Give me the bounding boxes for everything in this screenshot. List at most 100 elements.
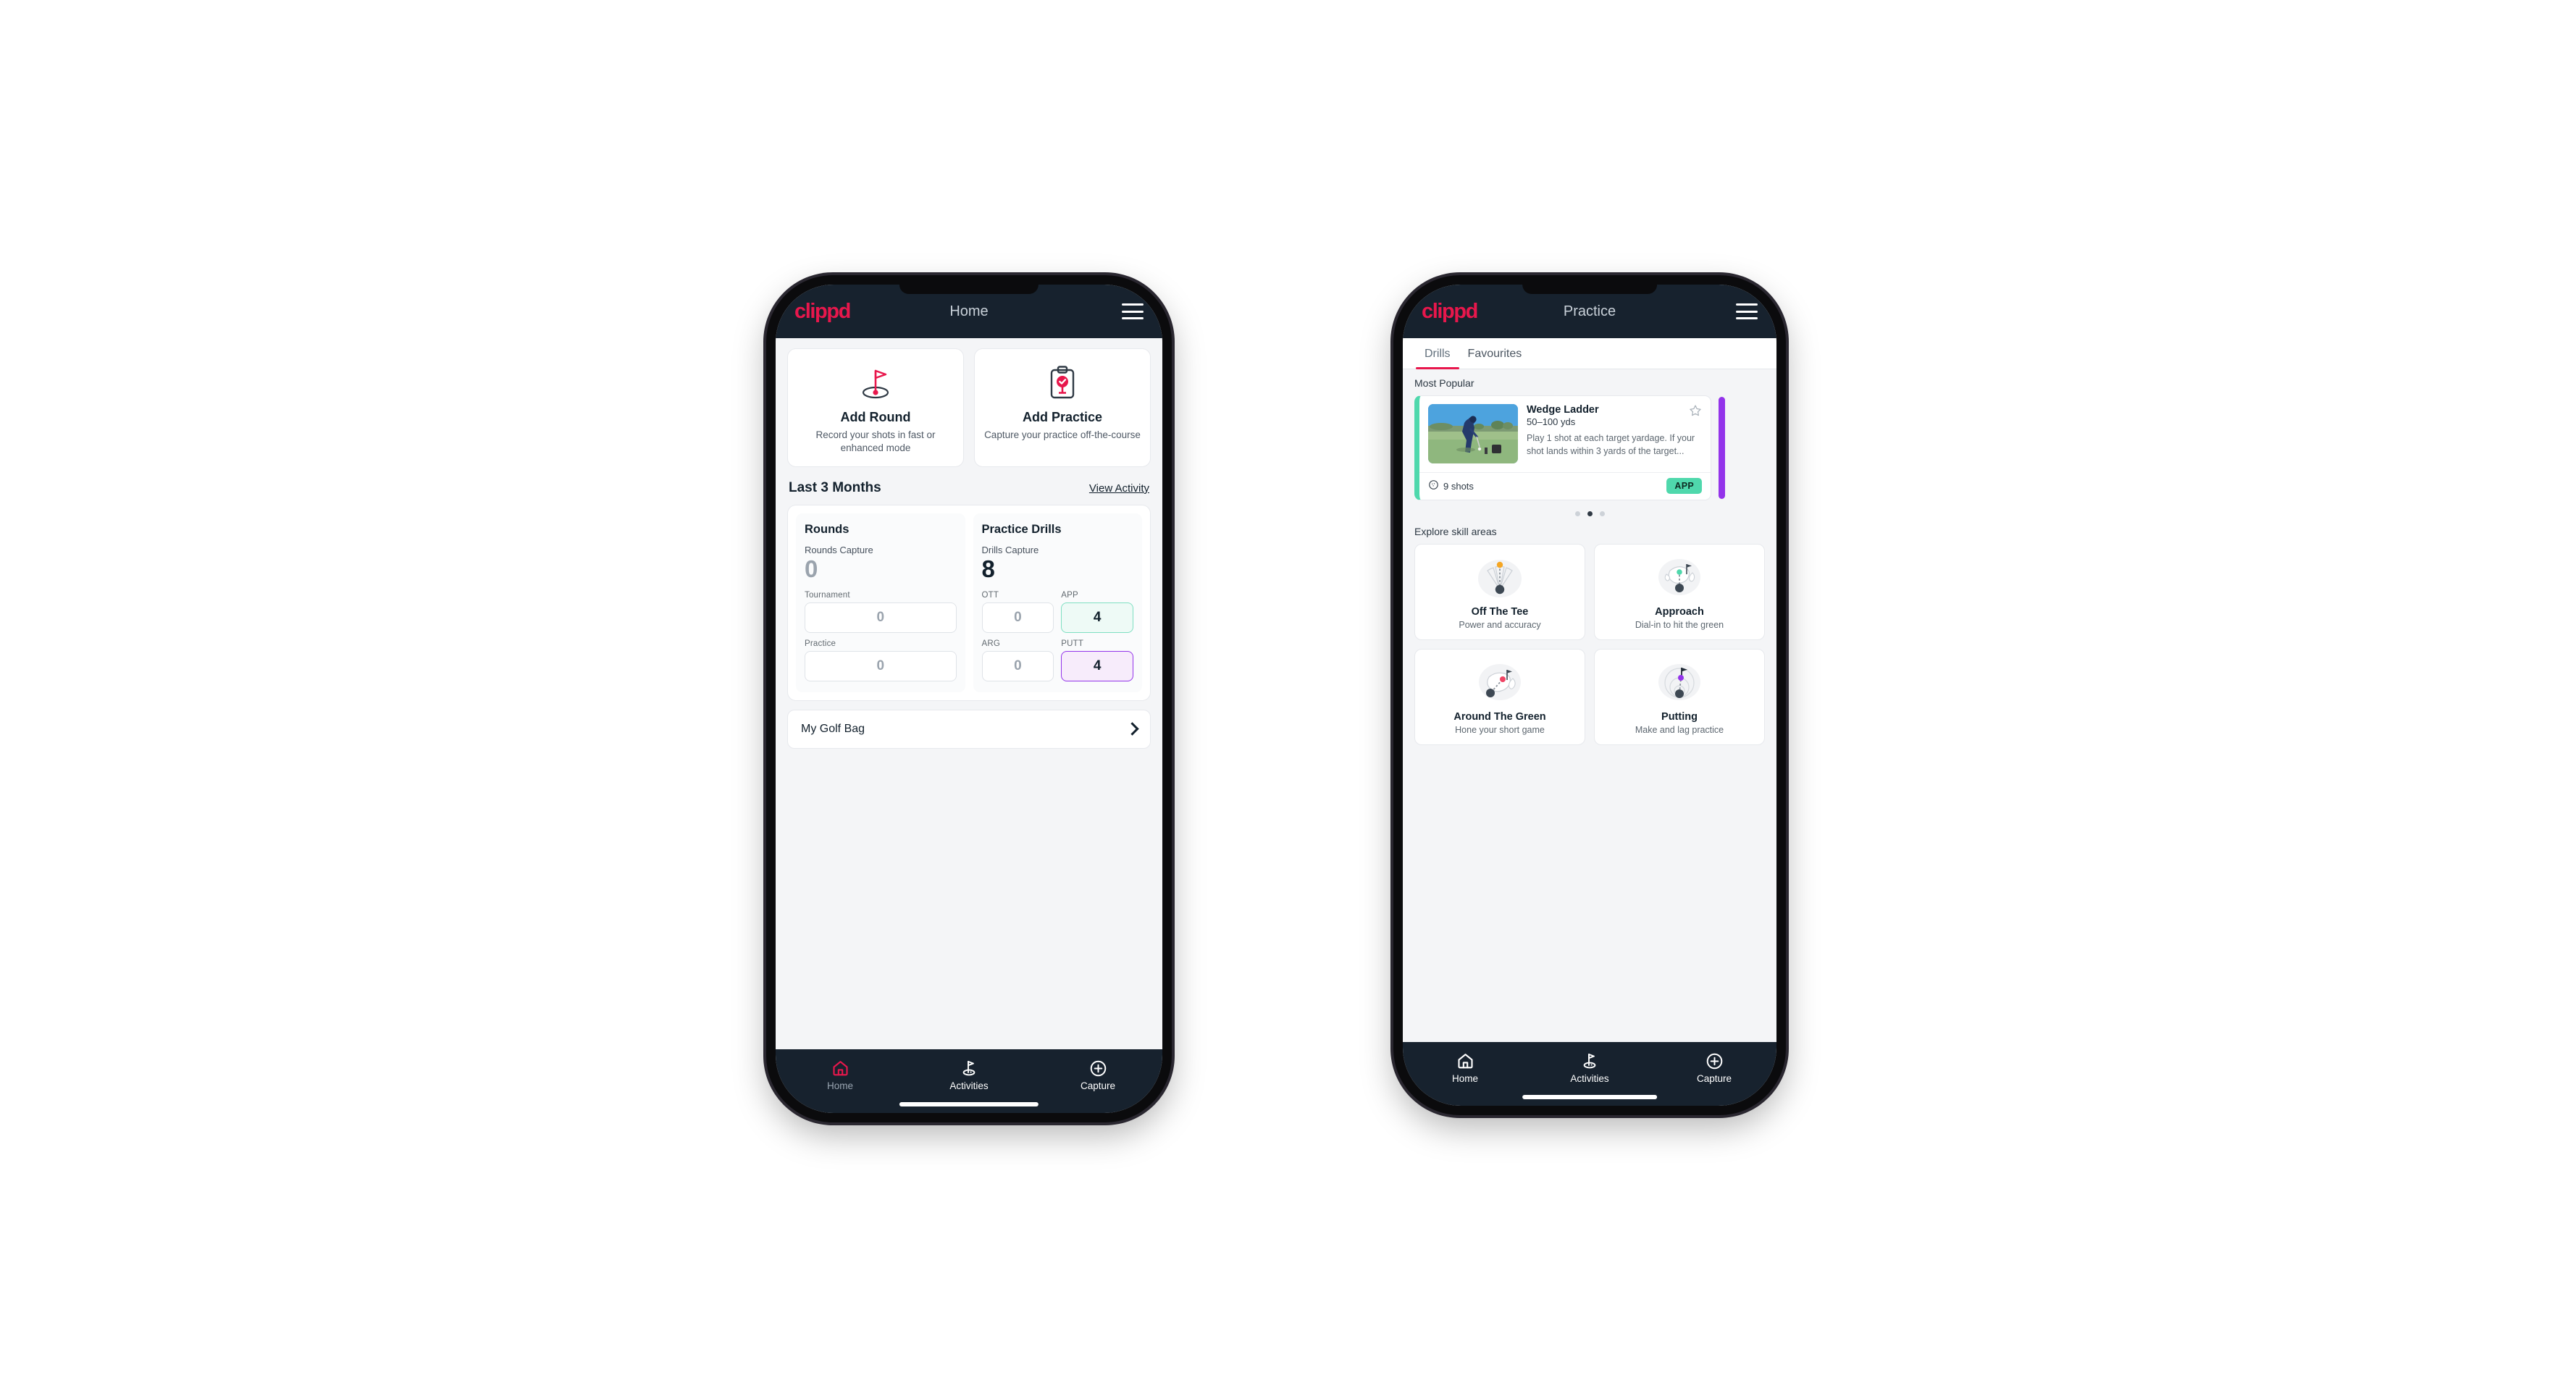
drills-capture-label: Drills Capture: [981, 544, 1039, 555]
section-title: Last 3 Months: [789, 479, 881, 495]
add-practice-card[interactable]: Add Practice Capture your practice off-t…: [974, 348, 1151, 467]
tab-drills[interactable]: Drills: [1416, 338, 1459, 369]
plus-circle-icon: [1089, 1059, 1107, 1078]
carousel-dot[interactable]: [1599, 511, 1605, 516]
nav-label: Home: [826, 1080, 853, 1091]
hamburger-icon[interactable]: [1122, 303, 1144, 319]
metric-label: Practice: [805, 639, 836, 648]
plus-circle-icon: [1706, 1051, 1724, 1070]
metric-app: APP 4: [1061, 591, 1133, 633]
chip-green-icon: [1419, 658, 1580, 706]
skill-subtitle: Make and lag practice: [1635, 725, 1724, 735]
clippd-logo[interactable]: clippd: [794, 301, 851, 322]
skill-card-approach[interactable]: Approach Dial-in to hit the green: [1594, 544, 1765, 640]
practice-drills-stat-column: Practice Drills Drills Capture 8 OTT 0 A…: [973, 513, 1142, 692]
rounds-heading: Rounds: [805, 522, 849, 536]
add-practice-subtitle: Capture your practice off-the-course: [984, 429, 1141, 440]
hamburger-icon[interactable]: [1736, 303, 1758, 319]
nav-label: Capture: [1696, 1073, 1732, 1084]
skill-card-off-the-tee[interactable]: Off The Tee Power and accuracy: [1414, 544, 1585, 640]
carousel-dot-active[interactable]: [1587, 511, 1593, 516]
drill-shots: 9 shots: [1428, 479, 1474, 492]
tee-fan-icon: [1419, 553, 1580, 601]
golf-ball-icon: [1428, 479, 1439, 492]
home-icon: [831, 1059, 849, 1078]
skill-title: Putting: [1661, 711, 1698, 723]
nav-item-activities[interactable]: Activities: [905, 1059, 1033, 1091]
star-outline-icon[interactable]: [1689, 404, 1702, 417]
metric-label: APP: [1061, 590, 1078, 600]
rounds-capture-label: Rounds Capture: [805, 544, 873, 555]
nav-item-capture[interactable]: Capture: [1652, 1051, 1776, 1084]
nav-item-home[interactable]: Home: [1403, 1051, 1527, 1084]
skill-card-around-the-green[interactable]: Around The Green Hone your short game: [1414, 649, 1585, 745]
bottom-nav-home: Home Activities Capture: [776, 1049, 1162, 1113]
nav-label: Home: [1451, 1073, 1478, 1084]
skill-title: Approach: [1655, 606, 1704, 618]
ios-home-indicator[interactable]: [899, 1102, 1039, 1106]
tab-favourites[interactable]: Favourites: [1459, 338, 1531, 369]
drill-carousel[interactable]: Wedge Ladder 50–100 yds Play 1 shot at e…: [1403, 395, 1776, 500]
add-round-subtitle: Record your shots in fast or enhanced mo…: [815, 429, 936, 453]
my-golf-bag-row[interactable]: My Golf Bag: [787, 709, 1151, 749]
metric-value-box[interactable]: 4: [1061, 650, 1133, 681]
metric-tournament: Tournament 0: [805, 591, 957, 633]
rounds-capture-value: 0: [805, 555, 818, 582]
chevron-right-icon: [1125, 722, 1139, 736]
metric-value-box[interactable]: 0: [805, 602, 957, 633]
nav-item-capture[interactable]: Capture: [1033, 1059, 1162, 1091]
home-scroll-area: Add Round Record your shots in fast or e…: [776, 338, 1162, 1049]
golf-flag-hole-icon: [794, 364, 957, 403]
drills-capture-value: 8: [981, 555, 995, 582]
metric-arg: ARG 0: [981, 639, 1054, 681]
next-drill-card-peek[interactable]: [1719, 397, 1725, 499]
nav-label: Activities: [949, 1080, 989, 1091]
practice-drills-heading: Practice Drills: [981, 522, 1062, 536]
nav-item-activities[interactable]: Activities: [1527, 1051, 1652, 1084]
skill-subtitle: Dial-in to hit the green: [1635, 620, 1724, 630]
add-round-title: Add Round: [840, 410, 911, 424]
phone-device-home: clippd Home Add Round Record your shots …: [766, 275, 1172, 1122]
metric-ott: OTT 0: [981, 590, 1054, 633]
drill-thumbnail: [1428, 404, 1518, 463]
metric-value-box[interactable]: 0: [805, 650, 957, 681]
device-notch: [899, 285, 1039, 294]
skill-title: Off The Tee: [1471, 606, 1529, 618]
add-practice-title: Add Practice: [1022, 410, 1103, 424]
nav-item-home[interactable]: Home: [776, 1059, 905, 1091]
view-activity-link[interactable]: View Activity: [1089, 482, 1149, 495]
carousel-dot[interactable]: [1574, 511, 1580, 516]
metric-value-box[interactable]: 0: [981, 650, 1054, 681]
clipboard-check-icon: [981, 364, 1144, 403]
metric-label: Tournament: [805, 590, 850, 600]
carousel-pagination[interactable]: [1403, 500, 1776, 526]
drill-title: Wedge Ladder: [1527, 404, 1599, 416]
practice-scroll-area: Most Popular Wedge Ladder 50–100 yds Pla…: [1403, 369, 1776, 1042]
golf-flag-icon: [1580, 1051, 1599, 1070]
phone-screen-practice: clippd Practice Drills Favourites Most P…: [1403, 285, 1776, 1106]
drill-yardage: 50–100 yds: [1527, 416, 1576, 427]
drill-card[interactable]: Wedge Ladder 50–100 yds Play 1 shot at e…: [1414, 395, 1711, 500]
phone-device-practice: clippd Practice Drills Favourites Most P…: [1393, 275, 1786, 1115]
my-golf-bag-label: My Golf Bag: [801, 722, 865, 735]
green-approach-icon: [1599, 553, 1760, 601]
skill-card-putting[interactable]: Putting Make and lag practice: [1594, 649, 1765, 745]
explore-skill-areas-label: Explore skill areas: [1414, 526, 1497, 537]
drill-description: Play 1 shot at each target yardage. If y…: [1527, 433, 1695, 456]
skill-title: Around The Green: [1453, 711, 1546, 723]
practice-tabs: Drills Favourites: [1403, 338, 1776, 369]
metric-putt: PUTT 4: [1061, 639, 1133, 681]
screenshot-stage: clippd Home Add Round Record your shots …: [0, 0, 2576, 1386]
rounds-stat-column: Rounds Rounds Capture 0 Tournament 0 Pra…: [796, 513, 965, 692]
last-3-months-header: Last 3 Months View Activity: [787, 467, 1151, 505]
metric-value-box[interactable]: 4: [1061, 602, 1133, 633]
clippd-logo[interactable]: clippd: [1422, 301, 1478, 322]
ios-home-indicator[interactable]: [1522, 1095, 1657, 1099]
metric-value-box[interactable]: 0: [981, 602, 1054, 633]
metric-label: OTT: [981, 590, 999, 600]
home-icon: [1456, 1051, 1474, 1070]
add-round-card[interactable]: Add Round Record your shots in fast or e…: [787, 348, 964, 467]
skill-areas-grid: Off The Tee Power and accuracy Approach …: [1414, 544, 1765, 745]
nav-label: Capture: [1080, 1080, 1116, 1091]
device-notch: [1522, 285, 1657, 294]
